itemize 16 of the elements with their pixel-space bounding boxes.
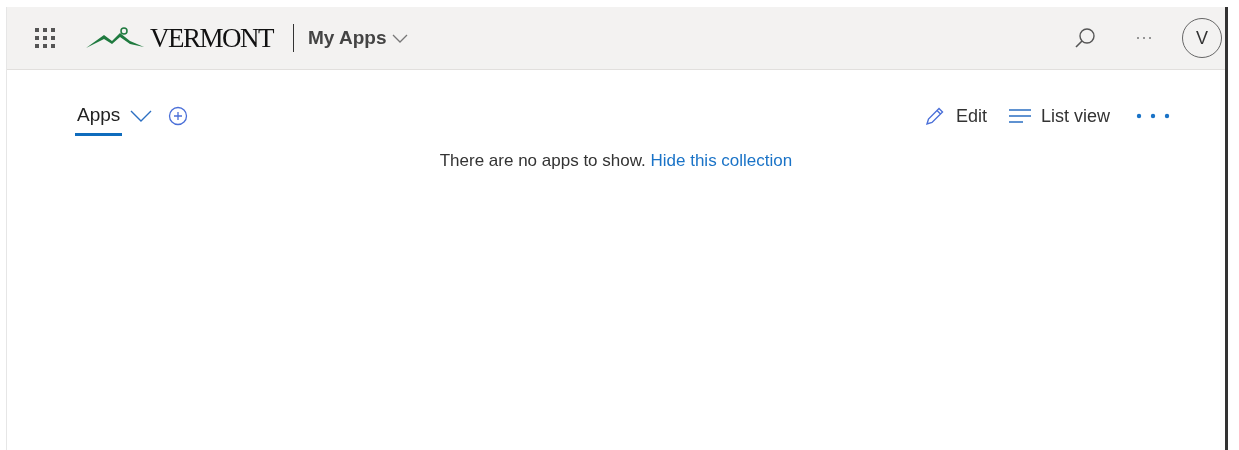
hide-collection-link[interactable]: Hide this collection	[650, 151, 793, 170]
list-button[interactable]: List view	[1040, 105, 1110, 127]
chevron-down-icon	[392, 33, 409, 43]
app-launcher-icon[interactable]	[34, 27, 56, 49]
chevron-down-icon[interactable]	[130, 110, 153, 122]
add-circle-icon[interactable]	[168, 106, 189, 126]
collection-tab[interactable]: Apps	[75, 96, 123, 136]
pencil-icon	[923, 105, 946, 127]
search-icon[interactable]	[1074, 27, 1096, 49]
logo-text: VERMONT	[150, 22, 273, 54]
more-icon[interactable]	[1136, 113, 1170, 119]
list-icon	[1008, 109, 1031, 123]
app-title-dropdown[interactable]: My Apps	[308, 27, 409, 49]
more-icon[interactable]	[1136, 36, 1152, 40]
empty-message: There are no apps to show. Hide this collection	[438, 151, 794, 171]
edit-button[interactable]: Edit	[955, 105, 987, 127]
